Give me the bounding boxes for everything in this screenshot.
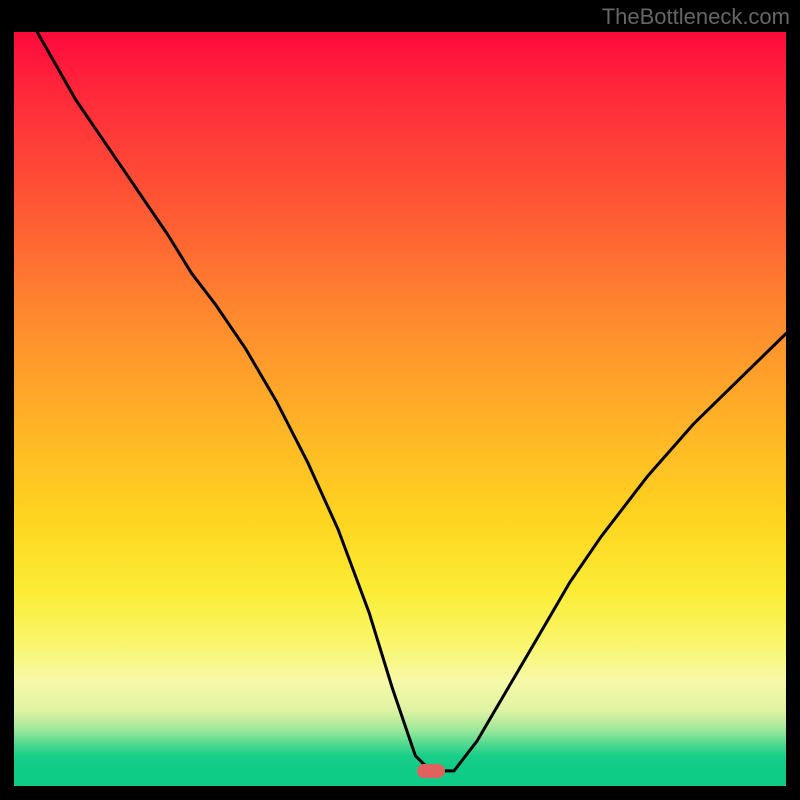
watermark-text: TheBottleneck.com <box>602 4 790 30</box>
plot-area <box>14 32 786 786</box>
chart-container: TheBottleneck.com <box>0 0 800 800</box>
optimal-marker <box>417 764 445 778</box>
curve-layer <box>14 32 786 786</box>
bottleneck-curve <box>37 32 786 771</box>
